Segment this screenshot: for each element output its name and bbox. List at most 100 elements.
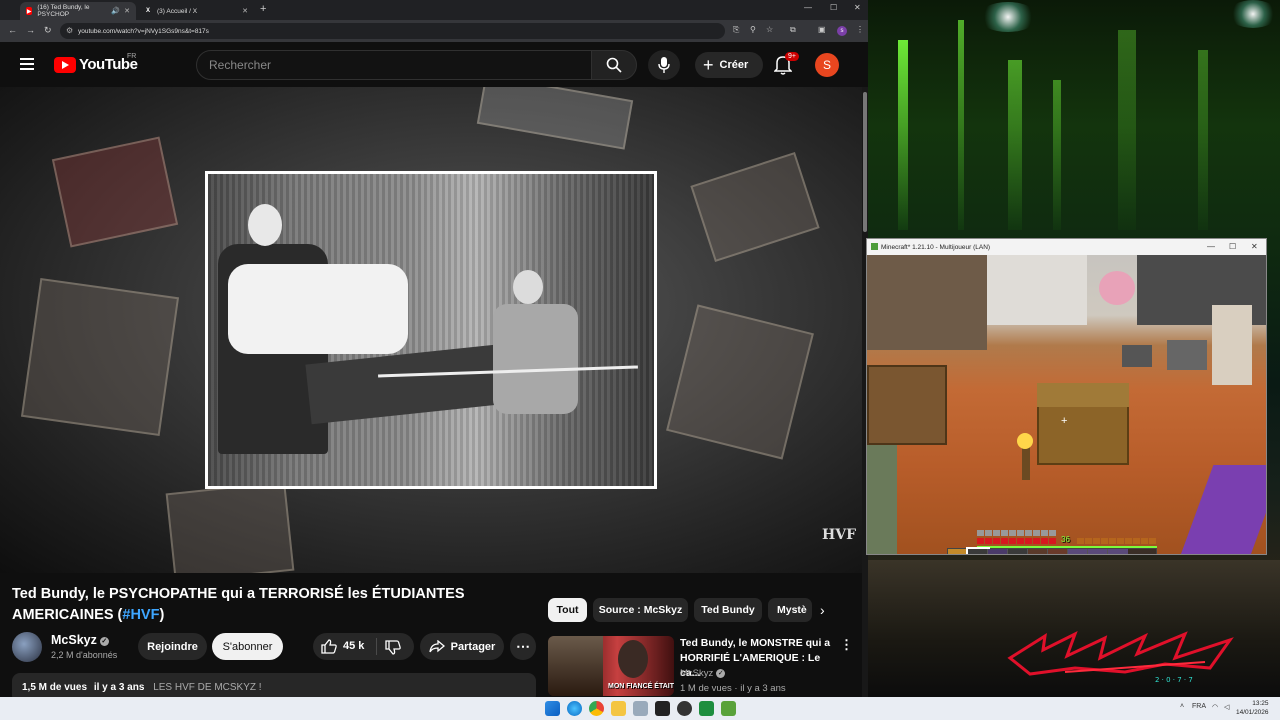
photos-icon[interactable] xyxy=(633,701,648,716)
background-photo xyxy=(476,87,634,150)
hotbar-slot[interactable] xyxy=(1108,549,1128,554)
bookmark-star-icon[interactable]: ☆ xyxy=(766,25,773,34)
description-box[interactable]: 1,5 M de vues il y a 3 ans LES HVF DE MC… xyxy=(12,673,536,697)
chrome-icon[interactable] xyxy=(589,701,604,716)
hotbar-slot[interactable]: 2 xyxy=(1048,549,1068,554)
youtube-favicon-icon: ▶ xyxy=(26,7,33,15)
close-window-icon[interactable]: ✕ xyxy=(1251,242,1258,251)
search-input[interactable]: Rechercher xyxy=(196,50,592,80)
scrollbar-thumb[interactable] xyxy=(863,92,867,232)
system-clock[interactable]: 13:25 14/01/2026 xyxy=(1236,699,1269,717)
reload-icon[interactable]: ↻ xyxy=(44,25,52,36)
maximize-icon[interactable]: ☐ xyxy=(1229,242,1236,251)
close-window-icon[interactable]: ✕ xyxy=(854,3,861,12)
boy-head xyxy=(513,270,543,304)
join-button[interactable]: Rejoindre xyxy=(138,633,207,660)
forward-icon[interactable]: → xyxy=(26,25,35,35)
hotbar-slot[interactable] xyxy=(948,549,968,554)
back-icon[interactable]: ← xyxy=(8,25,17,35)
wallpaper-light xyxy=(978,2,1038,32)
create-button[interactable]: + Créer xyxy=(695,52,763,78)
notepad-icon[interactable] xyxy=(655,701,670,716)
video-frame-photo xyxy=(205,171,657,489)
search-button[interactable] xyxy=(591,50,637,80)
zoom-icon[interactable]: ⚲ xyxy=(750,25,756,34)
speaker-icon[interactable]: 🔊 xyxy=(111,7,120,15)
country-code: FR xyxy=(127,53,137,60)
new-tab-button[interactable]: + xyxy=(260,3,266,15)
subscribe-button[interactable]: S'abonner xyxy=(212,633,283,660)
title-hashtag-link[interactable]: #HVF xyxy=(122,607,159,623)
menu-icon[interactable] xyxy=(20,58,34,70)
hotbar-slot[interactable]: 23 xyxy=(1028,549,1048,554)
recommendation-more-icon[interactable]: ⋮ xyxy=(840,637,853,653)
maximize-icon[interactable]: ☐ xyxy=(830,3,837,12)
hotbar-slot[interactable] xyxy=(1008,549,1028,554)
profile-icon[interactable]: s xyxy=(837,26,847,36)
minecraft-titlebar[interactable]: Minecraft* 1.21.10 - Multijoueur (LAN) —… xyxy=(867,239,1266,255)
recommendation-channel-text[interactable]: McSkyz xyxy=(680,668,713,679)
channel-name[interactable]: McSkyz ✓ xyxy=(51,633,109,647)
plus-icon: + xyxy=(703,55,714,75)
crosshair: + xyxy=(1061,415,1068,427)
chip-mystery[interactable]: Mystè xyxy=(768,598,812,622)
voice-search-button[interactable] xyxy=(648,50,680,80)
like-count: 45 k xyxy=(343,640,365,652)
hotbar[interactable]: 23 2 xyxy=(947,547,1157,554)
xbox-icon[interactable] xyxy=(699,701,714,716)
sidepanel-icon[interactable]: ▣ xyxy=(818,25,826,34)
close-tab-icon[interactable]: ✕ xyxy=(242,7,248,15)
file-explorer-icon[interactable] xyxy=(611,701,626,716)
chip-all[interactable]: Tout xyxy=(548,598,587,622)
recommendation-channel[interactable]: McSkyz ✓ xyxy=(680,668,726,679)
video-player[interactable]: HVF xyxy=(0,87,862,573)
description-hashtags[interactable]: LES HVF DE MCSKYZ ! xyxy=(153,682,261,693)
more-actions-button[interactable]: ⋯ xyxy=(510,633,536,660)
minecraft-launcher-icon[interactable] xyxy=(721,701,736,716)
tab-bar: ▶ (16) Ted Bundy, le PSYCHOP 🔊 ✕ X (3) A… xyxy=(0,0,868,20)
volume-icon[interactable]: ◁ xyxy=(1224,703,1229,711)
chips-next-icon[interactable]: › xyxy=(820,602,825,618)
youtube-logo[interactable]: YouTube xyxy=(54,56,138,73)
install-icon[interactable]: ⎘ xyxy=(733,25,739,35)
edge-icon[interactable] xyxy=(567,701,582,716)
wallpaper-neon-beam xyxy=(1118,30,1136,230)
minecraft-game-view[interactable]: + 36 23 2 xyxy=(867,255,1266,554)
like-icon[interactable] xyxy=(321,639,337,654)
hotbar-slot-selected[interactable] xyxy=(966,547,990,554)
minecraft-window[interactable]: Minecraft* 1.21.10 - Multijoueur (LAN) —… xyxy=(866,238,1267,555)
anvil xyxy=(1122,345,1152,367)
amethyst-item xyxy=(1180,465,1266,554)
chip-ted-bundy[interactable]: Ted Bundy xyxy=(694,598,762,622)
app-icon[interactable] xyxy=(677,701,692,716)
chip-source-mcskyz[interactable]: Source : McSkyz xyxy=(593,598,688,622)
wifi-icon[interactable]: ◠ xyxy=(1212,703,1218,711)
extensions-icon[interactable]: ⧉ xyxy=(790,25,796,35)
dislike-icon[interactable] xyxy=(385,640,401,655)
tab-x[interactable]: X (3) Accueil / X ✕ xyxy=(138,2,254,20)
video-title: Ted Bundy, le PSYCHOPATHE qui a TERRORIS… xyxy=(12,584,532,626)
close-tab-icon[interactable]: ✕ xyxy=(124,7,130,15)
channel-name-text[interactable]: McSkyz xyxy=(51,633,97,647)
start-windows-icon[interactable] xyxy=(545,701,560,716)
hotbar-slot[interactable] xyxy=(988,549,1008,554)
language-indicator[interactable]: FRA xyxy=(1192,703,1206,710)
x-favicon-icon: X xyxy=(145,8,150,14)
like-dislike-group: 45 k xyxy=(313,633,414,660)
more-menu-icon[interactable]: ⋮ xyxy=(856,25,864,34)
minimize-icon[interactable]: — xyxy=(1207,242,1215,251)
title-main: Ted Bundy, le PSYCHOPATHE qui a TERRORIS… xyxy=(12,586,465,623)
minimize-icon[interactable]: — xyxy=(804,3,812,12)
site-info-icon[interactable]: ⚙ xyxy=(66,26,73,35)
url-bar[interactable]: ⚙ youtube.com/watch?v=jNVy1SGs9ns&t=817s xyxy=(60,23,725,39)
account-avatar[interactable]: S xyxy=(815,53,839,77)
tab-youtube[interactable]: ▶ (16) Ted Bundy, le PSYCHOP 🔊 ✕ xyxy=(20,2,136,20)
torch-flame xyxy=(1017,433,1033,449)
tray-chevron-icon[interactable]: ˄ xyxy=(1180,703,1184,710)
hotbar-slot[interactable] xyxy=(1088,549,1108,554)
channel-avatar[interactable] xyxy=(12,632,42,662)
recommendation-thumbnail[interactable]: MON FIANCÉ ÉTAIT xyxy=(548,636,674,696)
share-button[interactable]: Partager xyxy=(420,633,504,660)
view-count: 1,5 M de vues xyxy=(22,682,88,693)
hotbar-slot[interactable] xyxy=(1068,549,1088,554)
